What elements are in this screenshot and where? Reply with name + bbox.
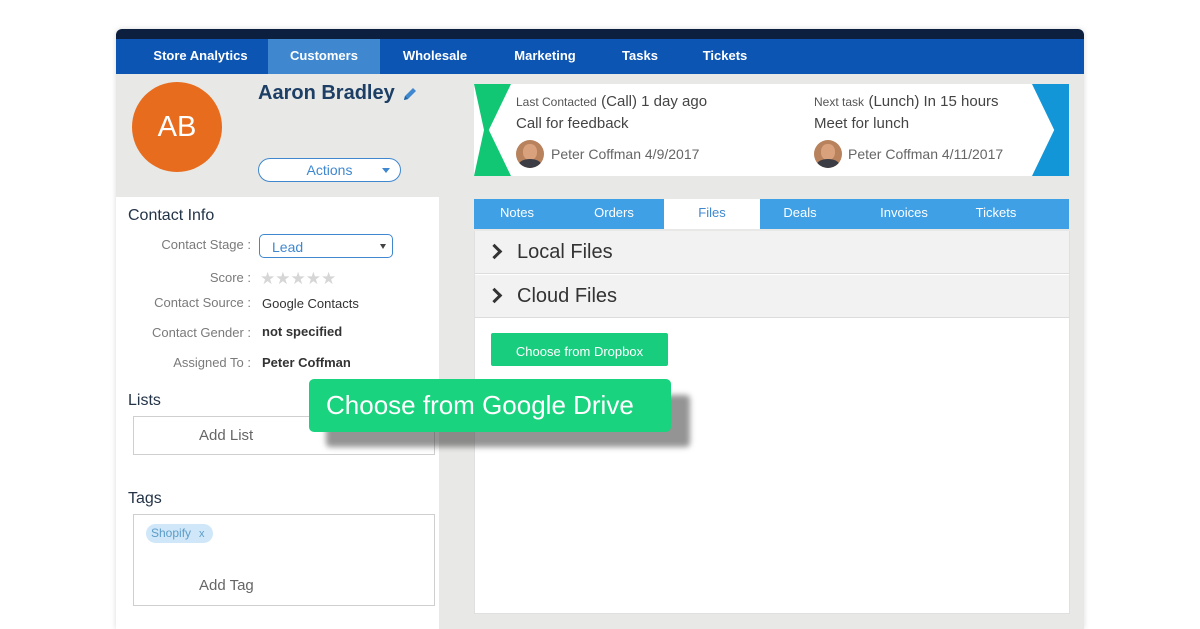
tab-deals[interactable]: Deals xyxy=(760,199,840,229)
chevron-right-icon xyxy=(486,243,503,260)
tab-notes[interactable]: Notes xyxy=(474,199,560,229)
local-files-row[interactable]: Local Files xyxy=(475,231,1069,274)
star-icon[interactable]: ★ xyxy=(306,269,321,288)
last-contacted-subject: Call for feedback xyxy=(516,115,629,132)
next-task-subject: Meet for lunch xyxy=(814,115,910,132)
contact-stage-value: Lead xyxy=(272,239,304,255)
contact-source-value: Google Contacts xyxy=(262,296,359,311)
next-task-type: (Lunch) In 15 hours xyxy=(868,93,999,110)
last-contacted-type: (Call) 1 day ago xyxy=(601,93,708,110)
person-avatar xyxy=(516,140,544,168)
score-stars[interactable]: ★★★★★ xyxy=(260,269,336,289)
contact-source-label: Contact Source : xyxy=(154,295,251,310)
last-contacted-line: Last Contacted (Call) 1 day ago xyxy=(516,93,707,111)
contact-gender-label: Contact Gender : xyxy=(152,325,251,340)
chevron-down-icon xyxy=(382,168,390,173)
last-contacted-person: Peter Coffman 4/9/2017 xyxy=(551,146,700,162)
tags-box: Shopify x Add Tag xyxy=(133,514,435,606)
app-window: Store Analytics Customers Wholesale Mark… xyxy=(116,29,1084,629)
contact-info-title: Contact Info xyxy=(128,207,215,224)
star-icon[interactable]: ★ xyxy=(260,269,275,288)
local-files-label: Local Files xyxy=(517,241,613,263)
customer-avatar: AB xyxy=(132,82,222,172)
add-tag-link[interactable]: Add Tag xyxy=(199,577,254,594)
next-task-person: Peter Coffman 4/11/2017 xyxy=(848,146,1004,162)
choose-from-dropbox-button[interactable]: Choose from Dropbox xyxy=(491,333,668,366)
customer-name: Aaron Bradley xyxy=(258,82,395,104)
nav-marketing[interactable]: Marketing xyxy=(501,39,589,74)
next-task-prefix: Next task xyxy=(814,95,865,109)
lists-title: Lists xyxy=(128,392,161,409)
assigned-to-value: Peter Coffman xyxy=(262,355,351,370)
tab-orders[interactable]: Orders xyxy=(568,199,660,229)
actions-label: Actions xyxy=(306,162,353,178)
nav-wholesale[interactable]: Wholesale xyxy=(388,39,482,74)
person-avatar xyxy=(814,140,842,168)
caret-down-icon xyxy=(380,244,386,249)
nav-tasks[interactable]: Tasks xyxy=(611,39,669,74)
next-task-line: Next task (Lunch) In 15 hours xyxy=(814,93,999,111)
add-list-link[interactable]: Add List xyxy=(199,427,253,444)
tag-chip[interactable]: Shopify x xyxy=(146,524,213,543)
actions-dropdown[interactable]: Actions xyxy=(258,158,401,182)
star-icon[interactable]: ★ xyxy=(321,269,336,288)
remove-tag-icon[interactable]: x xyxy=(199,528,205,540)
star-icon[interactable]: ★ xyxy=(275,269,290,288)
chevron-right-icon xyxy=(486,287,503,304)
edit-pencil-icon[interactable] xyxy=(402,86,418,102)
contact-stage-select[interactable]: Lead xyxy=(259,234,393,258)
assigned-to-label: Assigned To : xyxy=(173,355,251,370)
detail-tabs: Notes Orders Files Deals Invoices Ticket… xyxy=(474,199,1069,229)
contact-stage-label: Contact Stage : xyxy=(161,237,251,252)
tags-title: Tags xyxy=(128,490,162,507)
cloud-files-label: Cloud Files xyxy=(517,285,618,307)
left-flag-decoration xyxy=(474,84,511,176)
nav-tickets[interactable]: Tickets xyxy=(691,39,759,74)
tab-files[interactable]: Files xyxy=(664,199,760,229)
star-icon[interactable]: ★ xyxy=(291,269,306,288)
choose-from-google-drive-button[interactable]: Choose from Google Drive xyxy=(309,379,671,432)
last-contacted-prefix: Last Contacted xyxy=(516,95,597,109)
tag-label: Shopify xyxy=(151,526,192,540)
nav-store-analytics[interactable]: Store Analytics xyxy=(138,39,263,74)
main-nav: Store Analytics Customers Wholesale Mark… xyxy=(116,39,1084,74)
tab-tickets[interactable]: Tickets xyxy=(954,199,1038,229)
right-flag-decoration xyxy=(1032,84,1069,176)
contact-gender-value: not specified xyxy=(262,324,343,339)
cloud-files-row[interactable]: Cloud Files xyxy=(475,275,1069,318)
tab-invoices[interactable]: Invoices xyxy=(856,199,952,229)
score-label: Score : xyxy=(209,270,251,285)
nav-customers[interactable]: Customers xyxy=(268,39,380,74)
activity-banner: Last Contacted (Call) 1 day ago Call for… xyxy=(474,84,1069,176)
window-top-strip xyxy=(116,29,1084,39)
